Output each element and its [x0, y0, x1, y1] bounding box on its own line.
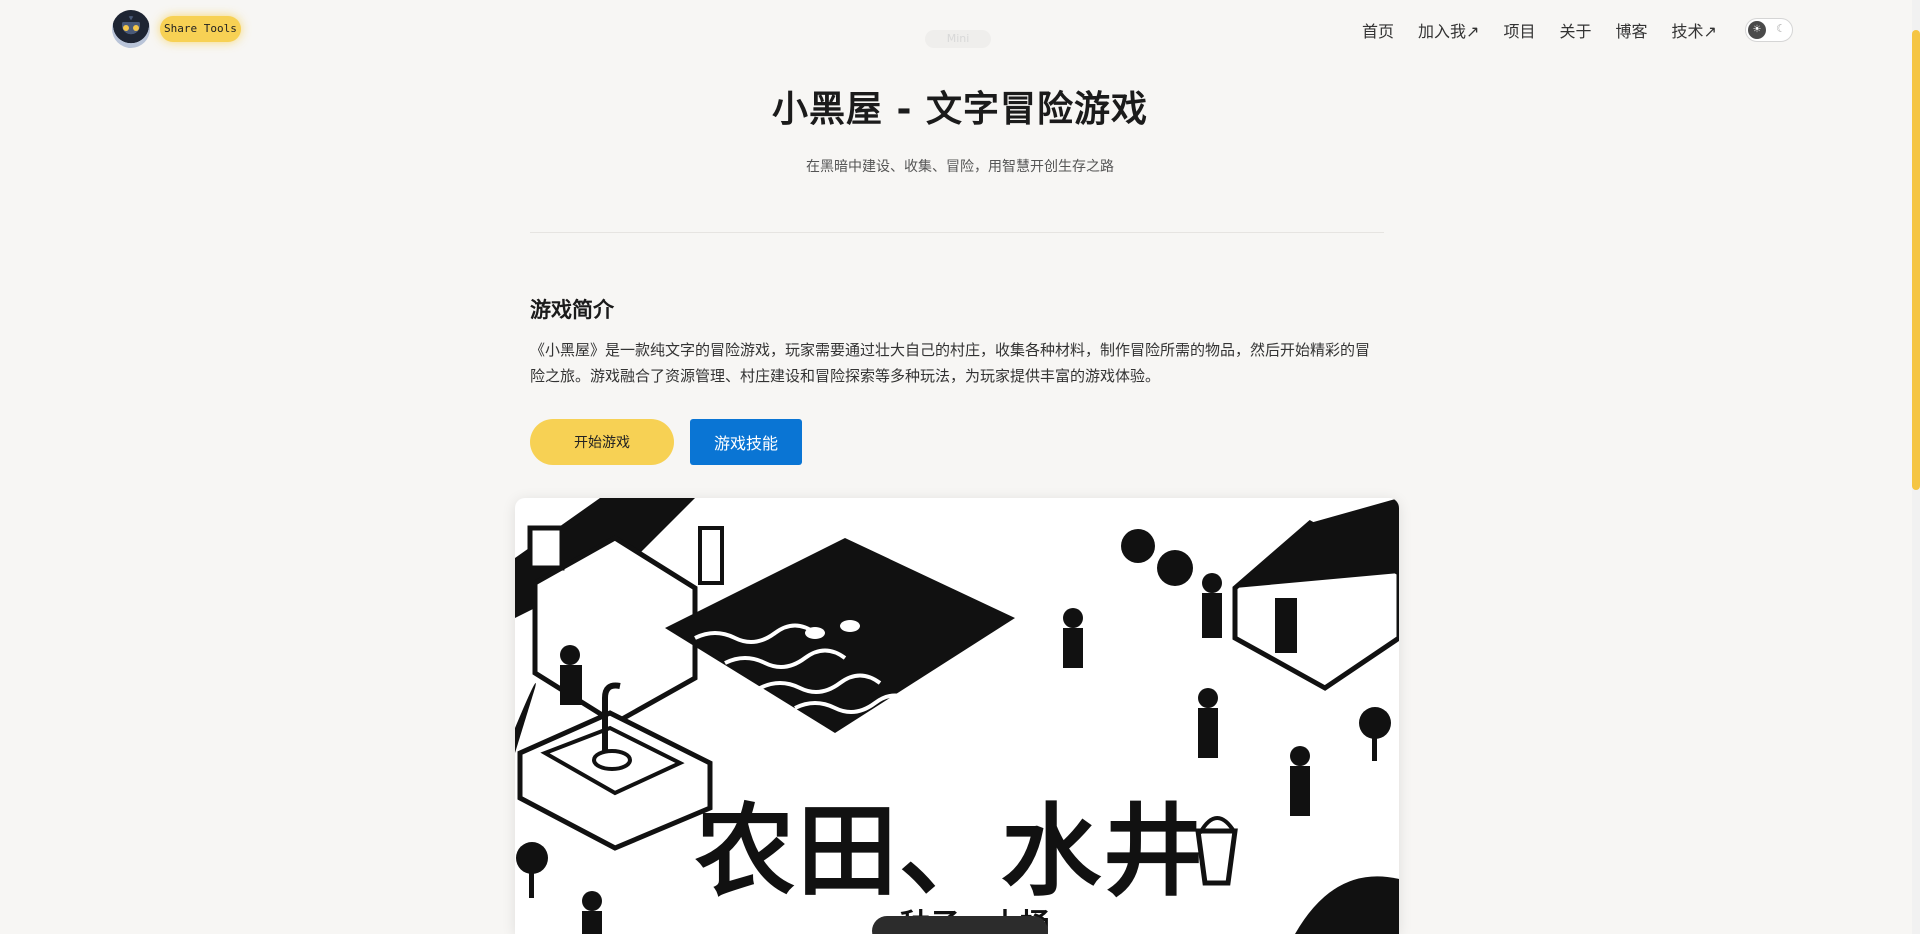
brand-name[interactable]: Share Tools: [160, 16, 241, 42]
page-title: 小黑屋 - 文字冒险游戏: [771, 89, 1148, 130]
page-subtitle: 在黑暗中建设、收集、冒险，用智慧开创生存之路: [806, 159, 1114, 175]
nav-item-tech[interactable]: 技术↗: [1671, 18, 1716, 42]
nav-item-about[interactable]: 关于: [1559, 18, 1591, 42]
theme-toggle[interactable]: ☀ ☾: [1745, 18, 1793, 42]
sun-icon: ☀: [1748, 21, 1766, 39]
start-game-button[interactable]: 开始游戏: [530, 419, 674, 465]
moon-icon: ☾: [1776, 22, 1786, 35]
intro-text: 《小黑屋》是一款纯文字的冒险游戏，玩家需要通过壮大自己的村庄，收集各种材料，制作…: [530, 341, 1371, 385]
ghost-tab: Mini: [925, 30, 991, 48]
scrollbar[interactable]: [1912, 0, 1920, 934]
cat-eye-icon: [133, 25, 139, 31]
main-nav: 首页 加入我↗ 项目 关于 博客 技术↗: [1362, 18, 1717, 42]
game-illustration: 农田、水井 种子、木桶: [515, 498, 1399, 934]
nav-item-join[interactable]: 加入我↗: [1418, 18, 1479, 42]
nav-item-home[interactable]: 首页: [1362, 18, 1394, 42]
game-skills-button[interactable]: 游戏技能: [690, 419, 802, 465]
section-heading: 游戏简介: [530, 298, 614, 322]
nav-item-projects[interactable]: 项目: [1503, 18, 1535, 42]
site-header: Share Tools Mini 首页 加入我↗ 项目 关于 博客 技术↗ ☀ …: [0, 0, 1920, 60]
floating-toolbar[interactable]: [872, 916, 1048, 934]
cat-avatar-logo[interactable]: [112, 10, 150, 48]
page: Share Tools Mini 首页 加入我↗ 项目 关于 博客 技术↗ ☀ …: [0, 0, 1920, 934]
cat-ear-icon: [130, 12, 142, 22]
illustration-caption: 农田、水井: [695, 793, 1205, 910]
nav-item-blog[interactable]: 博客: [1615, 18, 1647, 42]
cat-eye-icon: [123, 25, 129, 31]
scrollbar-thumb[interactable]: [1912, 30, 1920, 490]
divider: [530, 232, 1384, 233]
